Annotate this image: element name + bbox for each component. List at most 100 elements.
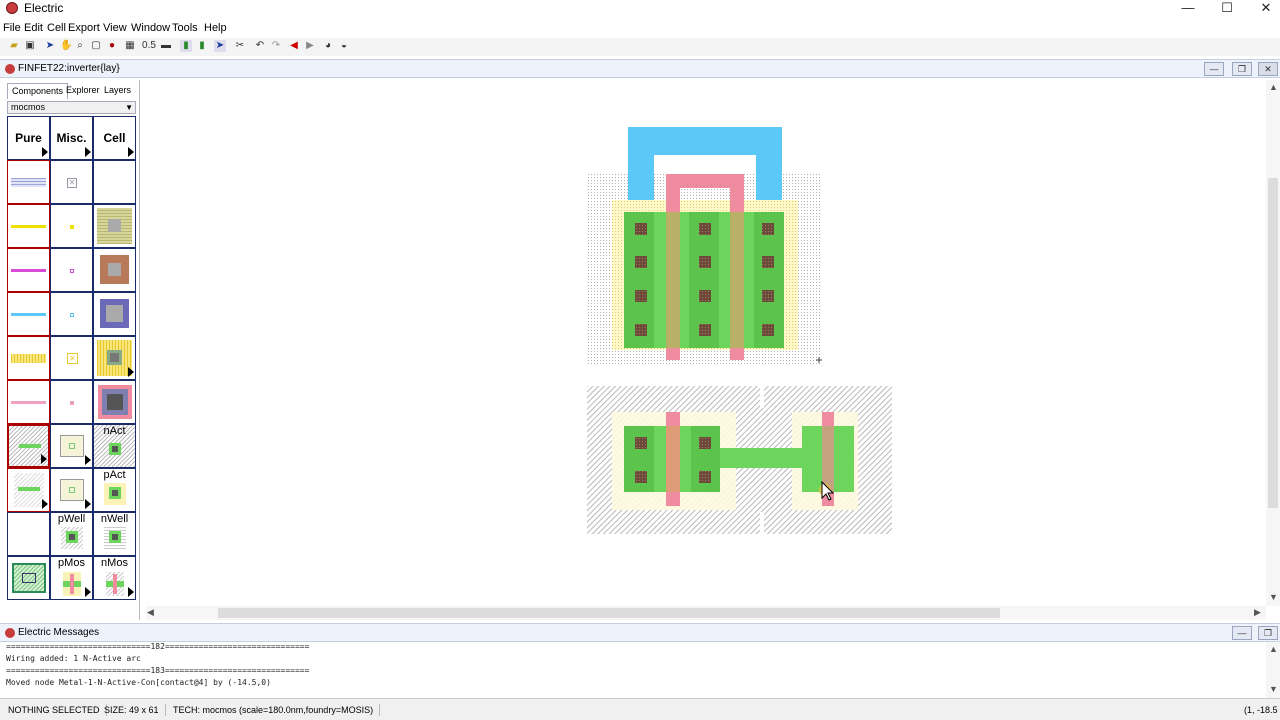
select-special-icon[interactable]: ✂ <box>234 40 246 52</box>
palette-item-metal-contact[interactable] <box>93 248 136 292</box>
palette-item-metal-arc[interactable] <box>7 248 50 292</box>
messages-title-bar: Electric Messages — ❐ <box>0 623 1280 642</box>
maximize-button[interactable]: ☐ <box>1207 0 1247 20</box>
pin-inner <box>69 487 75 493</box>
horizontal-scroll-thumb[interactable] <box>218 608 1000 618</box>
palette-item-pactive-arc[interactable] <box>7 468 50 512</box>
palette-item-select-pin[interactable]: ✕ <box>50 336 93 380</box>
scroll-up-icon[interactable]: ▲ <box>1269 644 1278 654</box>
menu-cell[interactable]: Cell <box>47 22 66 34</box>
palette-item-poly-contact[interactable] <box>93 204 136 248</box>
back-icon[interactable]: ◀ <box>288 40 300 52</box>
unexpand-icon[interactable]: ◒ <box>338 40 350 52</box>
palette-item-nwell-contact[interactable]: nWell <box>93 512 136 556</box>
menu-view[interactable]: View <box>103 22 127 34</box>
select-arrow-icon[interactable]: ➤ <box>44 40 56 52</box>
messages-scrollbar[interactable]: ▲ ▼ <box>1266 642 1280 698</box>
palette-item-metal1-contact[interactable] <box>93 292 136 336</box>
palette-item-active-arc-selected[interactable] <box>7 424 50 468</box>
scroll-down-icon[interactable]: ▼ <box>1269 684 1278 694</box>
tab-explorer[interactable]: Explorer <box>62 83 104 99</box>
triangle-right-icon <box>128 587 134 597</box>
palette-item-poly-pin[interactable] <box>50 204 93 248</box>
doc-minimize-button[interactable]: — <box>1204 62 1224 76</box>
palette-item-metal1-pin[interactable] <box>50 292 93 336</box>
palette-item-poly2-pin[interactable] <box>50 380 93 424</box>
measure-icon[interactable]: ● <box>106 40 118 52</box>
select-objects-icon[interactable]: ➤ <box>214 40 226 52</box>
menu-edit[interactable]: Edit <box>24 22 43 34</box>
grid-scale-value[interactable]: 0.5 <box>140 40 158 52</box>
palette-header-pure[interactable]: Pure <box>7 116 50 160</box>
scroll-right-icon[interactable]: ▶ <box>1254 607 1261 618</box>
minimize-button[interactable]: — <box>1168 0 1208 20</box>
vertical-scroll-thumb[interactable] <box>1268 178 1278 508</box>
palette-item-nmos-transistor[interactable]: nMos <box>93 556 136 600</box>
outline-icon[interactable]: ▢ <box>90 40 102 52</box>
tab-layers[interactable]: Layers <box>100 83 135 99</box>
palette-item-poly2-arc[interactable] <box>7 380 50 424</box>
palette-item-nact-contact[interactable]: nAct <box>93 424 136 468</box>
triangle-right-icon <box>42 499 48 509</box>
nactive-arc[interactable] <box>720 448 804 468</box>
layout-drawing[interactable] <box>146 80 1266 606</box>
palette-item-pwell-contact[interactable]: pWell <box>50 512 93 556</box>
palette-item-pact-contact[interactable]: pAct <box>93 468 136 512</box>
messages-minimize-button[interactable]: — <box>1232 626 1252 640</box>
messages-area[interactable]: ==============================182=======… <box>0 642 1266 698</box>
pan-hand-icon[interactable]: ✋ <box>60 40 72 52</box>
grid-alignment-icon[interactable]: ▬ <box>160 40 172 52</box>
layout-canvas[interactable] <box>146 80 1266 606</box>
open-icon[interactable]: ▰ <box>8 40 20 52</box>
pin-icon: ✕ <box>67 178 77 188</box>
palette-item-generic-pin[interactable]: ✕ <box>50 160 93 204</box>
scroll-down-icon[interactable]: ▼ <box>1269 592 1278 602</box>
well-inner <box>22 573 36 583</box>
palette-item-poly-arc[interactable] <box>7 204 50 248</box>
header-label: Misc. <box>56 131 87 145</box>
forward-icon[interactable]: ▶ <box>304 40 316 52</box>
menu-window[interactable]: Window <box>131 22 170 34</box>
document-title: FINFET22:inverter{lay} <box>18 63 120 74</box>
palette-item-pactive-pin[interactable] <box>50 468 93 512</box>
palette-item-poly2-contact[interactable] <box>93 380 136 424</box>
layout-mode-icon[interactable]: ▮ <box>180 40 192 52</box>
close-button[interactable]: ✕ <box>1246 0 1280 20</box>
doc-restore-button[interactable]: ❐ <box>1232 62 1252 76</box>
save-icon[interactable]: ▣ <box>24 40 36 52</box>
scroll-up-icon[interactable]: ▲ <box>1269 82 1278 92</box>
toolbar: ▰ ▣ ➤ ✋ ⌕ ▢ ● ▦ 0.5 ▬ ▮ ▮ ➤ ✂ ↶ ↷ ◀ ▶ ◕ … <box>0 38 1280 56</box>
schematic-mode-icon[interactable]: ▮ <box>196 40 208 52</box>
header-label: Cell <box>103 131 126 145</box>
redo-icon[interactable]: ↷ <box>270 40 282 52</box>
menu-tools[interactable]: Tools <box>172 22 198 34</box>
component-palette: Pure Misc. Cell ✕ ✕ nAct pAct pWell nWel… <box>7 116 137 686</box>
palette-item-select-contact[interactable] <box>93 336 136 380</box>
tab-components[interactable]: Components <box>7 83 69 99</box>
menu-file[interactable]: File <box>3 22 21 34</box>
expand-icon[interactable]: ◕ <box>322 40 334 52</box>
horizontal-scrollbar[interactable]: ◀ ▶ <box>146 606 1266 620</box>
technology-select[interactable]: mocmos ▼ <box>7 101 136 114</box>
scroll-left-icon[interactable]: ◀ <box>147 607 154 618</box>
palette-item-select-arc[interactable] <box>7 336 50 380</box>
doc-close-button[interactable]: ✕ <box>1258 62 1278 76</box>
vertical-scrollbar[interactable]: ▲ ▼ <box>1266 80 1280 606</box>
messages-restore-button[interactable]: ❐ <box>1258 626 1278 640</box>
zoom-icon[interactable]: ⌕ <box>74 40 86 52</box>
palette-item-metal1-arc[interactable] <box>7 292 50 336</box>
palette-item-well-arc[interactable] <box>7 160 50 204</box>
palette-item-metal-pin[interactable] <box>50 248 93 292</box>
grid-icon[interactable]: ▦ <box>124 40 136 52</box>
palette-header-cell[interactable]: Cell <box>93 116 136 160</box>
undo-icon[interactable]: ↶ <box>254 40 266 52</box>
menu-help[interactable]: Help <box>204 22 227 34</box>
menu-export[interactable]: Export <box>68 22 100 34</box>
status-coordinates: (1, -18.5 <box>1244 705 1278 715</box>
palette-header-misc[interactable]: Misc. <box>50 116 93 160</box>
palette-item-active-pin[interactable] <box>50 424 93 468</box>
palette-item-well-node[interactable] <box>7 556 50 600</box>
triangle-right-icon <box>85 587 91 597</box>
palette-item-pmos-transistor[interactable]: pMos <box>50 556 93 600</box>
well-arc-swatch <box>11 178 46 187</box>
